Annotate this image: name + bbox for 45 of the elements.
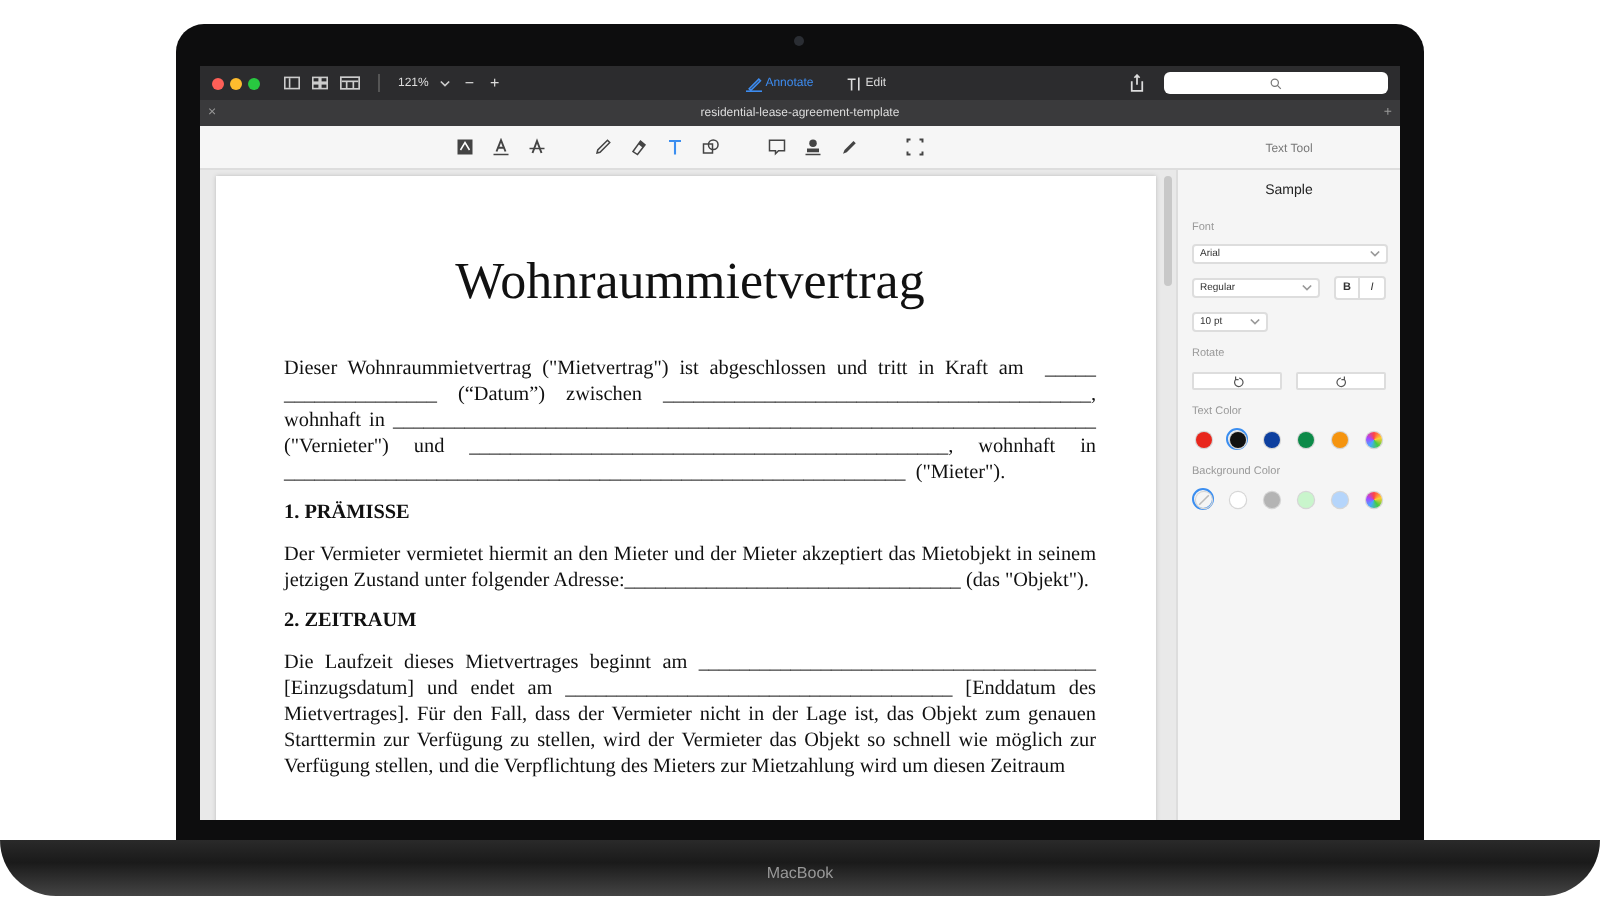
shape-tool-icon[interactable] (702, 138, 720, 156)
close-button[interactable] (212, 77, 224, 89)
camera-icon (794, 36, 804, 46)
strike-tool-icon[interactable] (528, 138, 546, 156)
grid-icon[interactable] (312, 76, 328, 90)
no-color-icon (1195, 491, 1211, 507)
text-cursor-icon (845, 75, 862, 91)
zoom-button[interactable] (248, 77, 260, 89)
share-icon[interactable] (1130, 74, 1144, 92)
chevron-down-icon[interactable] (440, 79, 451, 87)
paragraph: Der Vermieter vermietet hiermit an den Mieter und der Mieter akzeptiert das Mietobjekt in seinem jetzigen Zustand unter folgender Adresse:_________________________________ (das "Objekt"). (284, 542, 1096, 594)
chevron-down-icon (1302, 284, 1312, 292)
text-tool-icon[interactable] (666, 138, 684, 156)
scrollbar[interactable] (1164, 176, 1172, 286)
zoom-out-button[interactable]: − (462, 74, 477, 92)
color-wheel-icon (1366, 491, 1383, 507)
rotate-right-icon (1335, 375, 1347, 387)
pencil-tool-icon[interactable] (594, 138, 612, 156)
paragraph: Die Laufzeit dieses Mietvertrages beginnt am _______________________________________ [Einzugsdatum] und endet am ______________________________________ [Enddatum des Mietvertrages]. Für den Fall, dass der Vermieter nicht in der Lage ist, das Objekt zum genauen Starttermin zur Verfügung zu stellen, wird der Vermieter das Objekt so schnell wie möglich zur Verfügung stellen, und die Verpflichtung des Mieters zur Mietzahlung wird um diesen Zeitraum (284, 650, 1096, 780)
background-color-swatch[interactable] (1192, 488, 1214, 510)
rotate-left-icon (1231, 375, 1243, 387)
pages-icon[interactable] (340, 76, 360, 90)
signature-tool-icon[interactable] (840, 138, 858, 156)
color-wheel-icon (1366, 431, 1383, 447)
note-tool-icon[interactable] (768, 138, 786, 156)
minimize-button[interactable] (230, 77, 242, 89)
chevron-down-icon (1250, 318, 1260, 326)
chevron-down-icon (1370, 250, 1380, 258)
crop-tool-icon[interactable] (906, 138, 924, 156)
pen-icon (745, 75, 762, 91)
underline-tool-icon[interactable] (492, 138, 510, 156)
search-icon (1270, 77, 1282, 89)
search-field[interactable] (1164, 72, 1388, 94)
background-color-swatch[interactable] (1363, 488, 1386, 510)
eraser-tool-icon[interactable] (630, 138, 648, 156)
laptop-label: MacBook (766, 863, 834, 881)
document-title: Wohnraummietvertrag (453, 252, 927, 312)
sidebar-icon[interactable] (284, 76, 300, 90)
text-color-swatch[interactable] (1363, 428, 1386, 450)
stamp-tool-icon[interactable] (804, 138, 822, 156)
textbox-tool-icon[interactable] (456, 138, 474, 156)
section-heading: 2. ZEITRAUM (284, 610, 419, 632)
zoom-in-button[interactable]: + (488, 74, 502, 92)
section-heading: 1. PRÄMISSE (284, 502, 412, 524)
paragraph: Dieser Wohnraummietvertrag ("Mietvertrag") ist abgeschlossen und tritt in Kraft am _____ _______________ (“Datum”) zwischen __________________________________________, wohnhaft in _____________________________________________________________________ ("Vernieter") und _______________________________________________, wohnhaft in _____________________________________________________________ ("Mieter"). (284, 356, 1096, 486)
